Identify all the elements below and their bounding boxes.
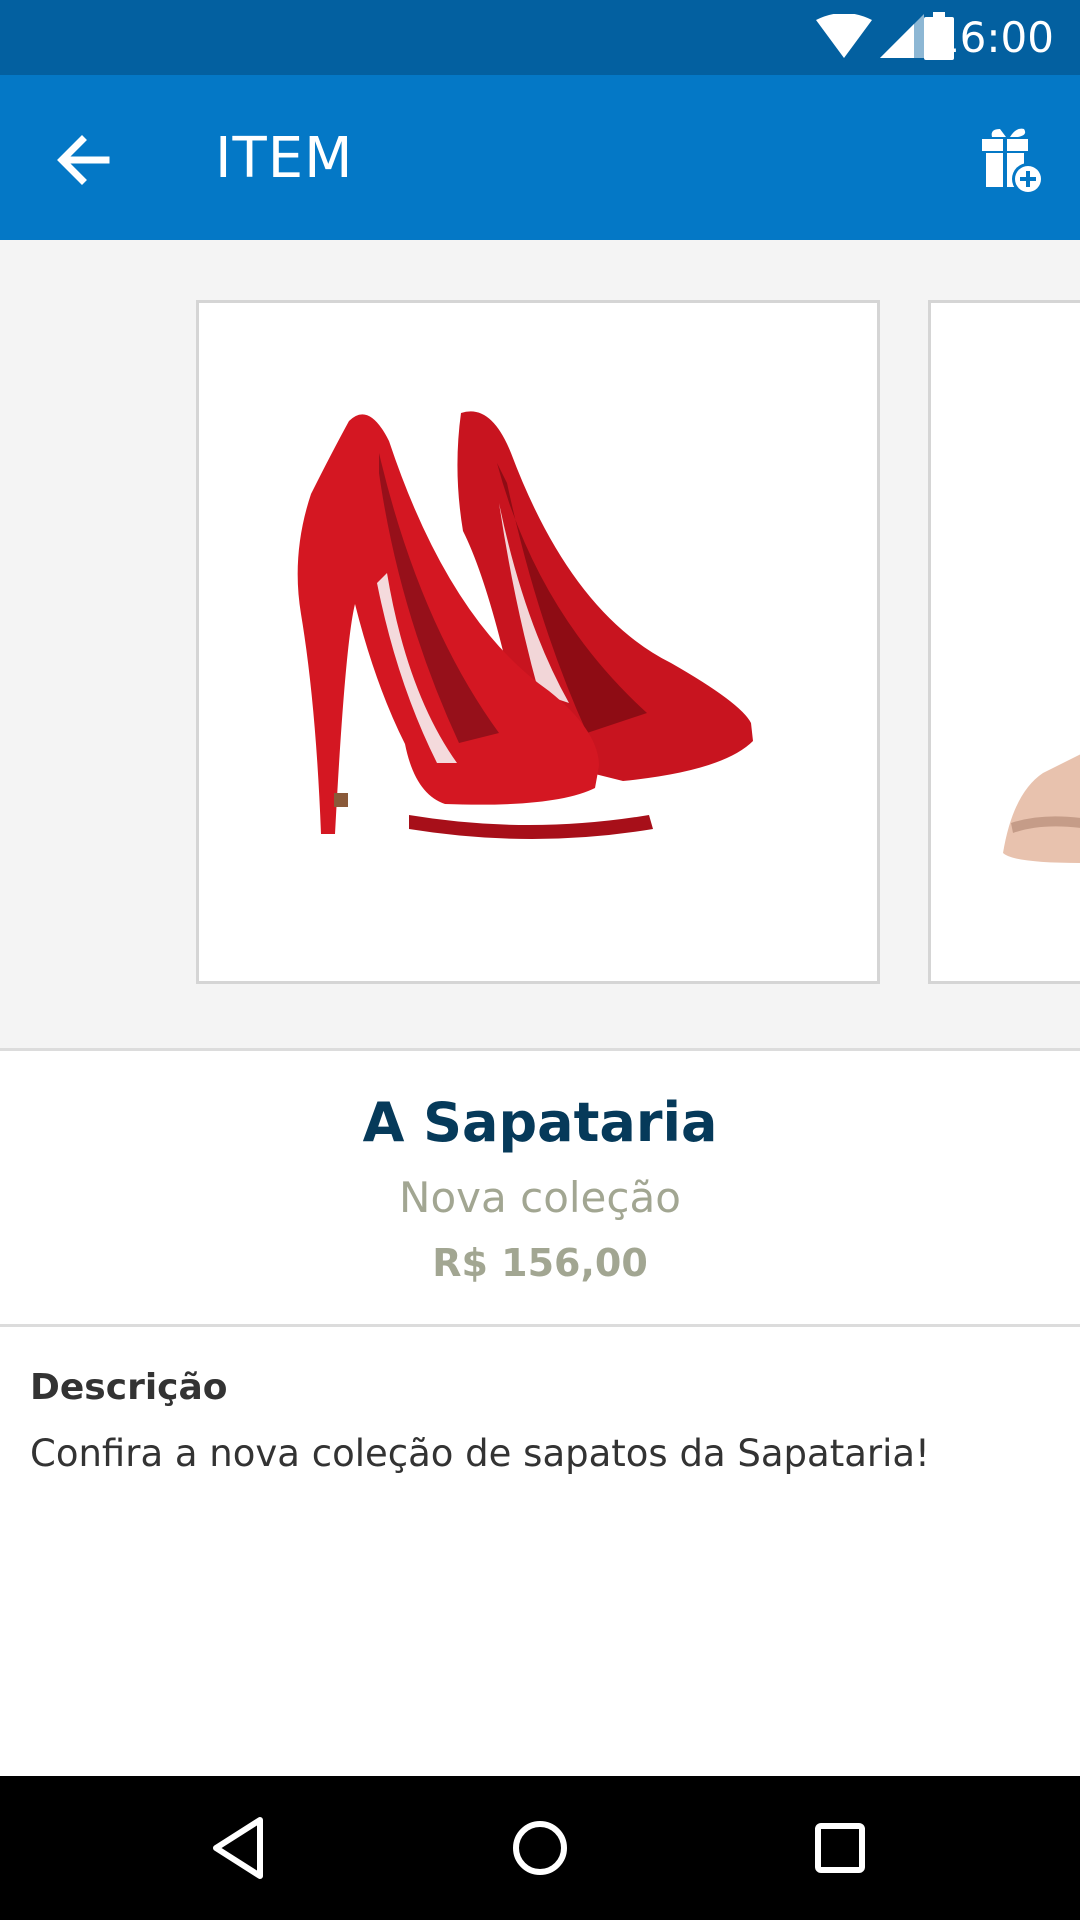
description-title: Descrição: [30, 1367, 228, 1408]
product-info: A Sapataria Nova coleção R$ 156,00: [0, 1051, 1080, 1327]
red-high-heels-image: [297, 411, 753, 839]
nav-back-button[interactable]: [198, 1806, 282, 1890]
recents-square-icon: [815, 1823, 865, 1873]
wifi-icon: [816, 14, 872, 58]
gift-add-icon: [982, 128, 1044, 195]
product-image-card[interactable]: [196, 300, 880, 984]
image-carousel[interactable]: [0, 240, 1080, 1051]
arrow-left-icon: [57, 135, 110, 185]
nav-recents-button[interactable]: [798, 1806, 882, 1890]
nude-sandal-image: [1003, 754, 1080, 863]
app-bar: ITEM: [0, 75, 1080, 240]
product-image-card[interactable]: [928, 300, 1080, 984]
status-time: 16:00: [932, 13, 1054, 62]
system-nav-bar: [0, 1776, 1080, 1920]
page-title: ITEM: [215, 126, 354, 191]
description-text: Confira a nova coleção de sapatos da Sap…: [30, 1432, 930, 1475]
nav-home-button[interactable]: [498, 1806, 582, 1890]
price: R$ 156,00: [432, 1241, 648, 1285]
add-gift-button[interactable]: [972, 121, 1052, 201]
status-bar: 16:00: [0, 0, 1080, 75]
home-circle-icon: [513, 1821, 567, 1875]
back-button[interactable]: [40, 115, 130, 205]
collection-name: Nova coleção: [399, 1173, 681, 1222]
back-triangle-icon: [213, 1817, 263, 1879]
signal-icon: [880, 14, 924, 58]
brand-name: A Sapataria: [362, 1091, 718, 1154]
